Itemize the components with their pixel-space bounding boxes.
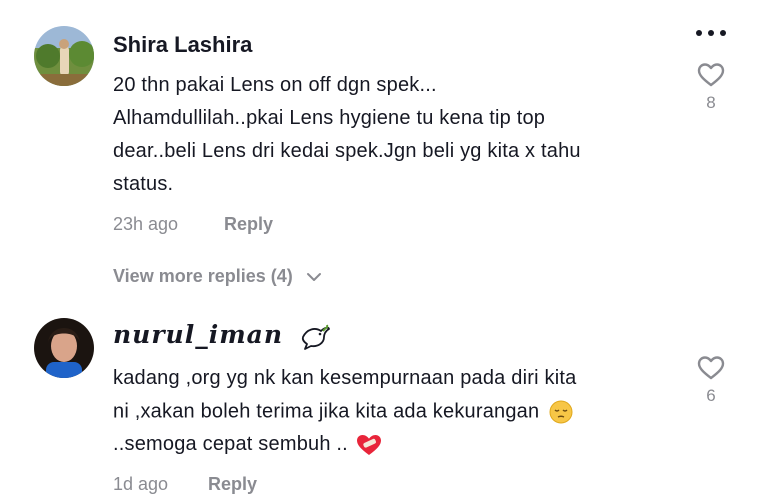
view-more-label: View more replies (4) xyxy=(113,266,293,286)
comment-text-line: 20 thn pakai Lens on off dgn spek... xyxy=(113,74,437,96)
reply-button[interactable]: Reply xyxy=(224,214,273,235)
like-button[interactable]: 6 xyxy=(691,355,731,406)
heart-with-bandage-emoji xyxy=(356,434,381,455)
comment-text-segment: ni ,xakan boleh terima jika kita ada kek… xyxy=(113,400,540,423)
like-button[interactable]: 8 xyxy=(691,62,731,113)
heart-outline-icon xyxy=(697,63,725,87)
like-count: 6 xyxy=(706,386,716,405)
like-count: 8 xyxy=(706,93,716,112)
comment-text-segment: ..semoga cepat sembuh .. xyxy=(113,433,348,455)
dove-emoji xyxy=(301,324,330,350)
more-horizontal-icon[interactable] xyxy=(694,26,728,38)
pensive-face-emoji xyxy=(549,400,573,424)
avatar[interactable] xyxy=(34,26,94,86)
comment-text-line: Alhamdullilah..pkai Lens hygiene tu kena… xyxy=(113,107,546,129)
username-text: nurul_iman xyxy=(113,320,284,349)
heart-outline-icon xyxy=(697,356,725,380)
reply-button[interactable]: Reply xyxy=(208,474,257,495)
comment-text-line: ni ,xakan boleh terima jika kita ada kek… xyxy=(113,400,573,424)
comment-timestamp: 1d ago xyxy=(113,474,169,494)
view-more-replies-button[interactable]: View more replies (4) xyxy=(113,266,322,287)
chevron-down-icon xyxy=(306,273,321,282)
comment-text-line: status. xyxy=(113,173,174,195)
avatar[interactable] xyxy=(34,318,94,378)
comment-text-line: kadang ,org yg nk kan kesempurnaan pada … xyxy=(113,367,577,389)
comment-text-line: dear..beli Lens dri kedai spek.Jgn beli … xyxy=(113,140,581,162)
comment-username[interactable]: nurul_iman xyxy=(113,320,331,351)
comment-timestamp: 23h ago xyxy=(113,214,179,234)
comment-username[interactable]: Shira Lashira xyxy=(113,32,252,58)
comment-text-line: ..semoga cepat sembuh .. xyxy=(113,433,382,456)
